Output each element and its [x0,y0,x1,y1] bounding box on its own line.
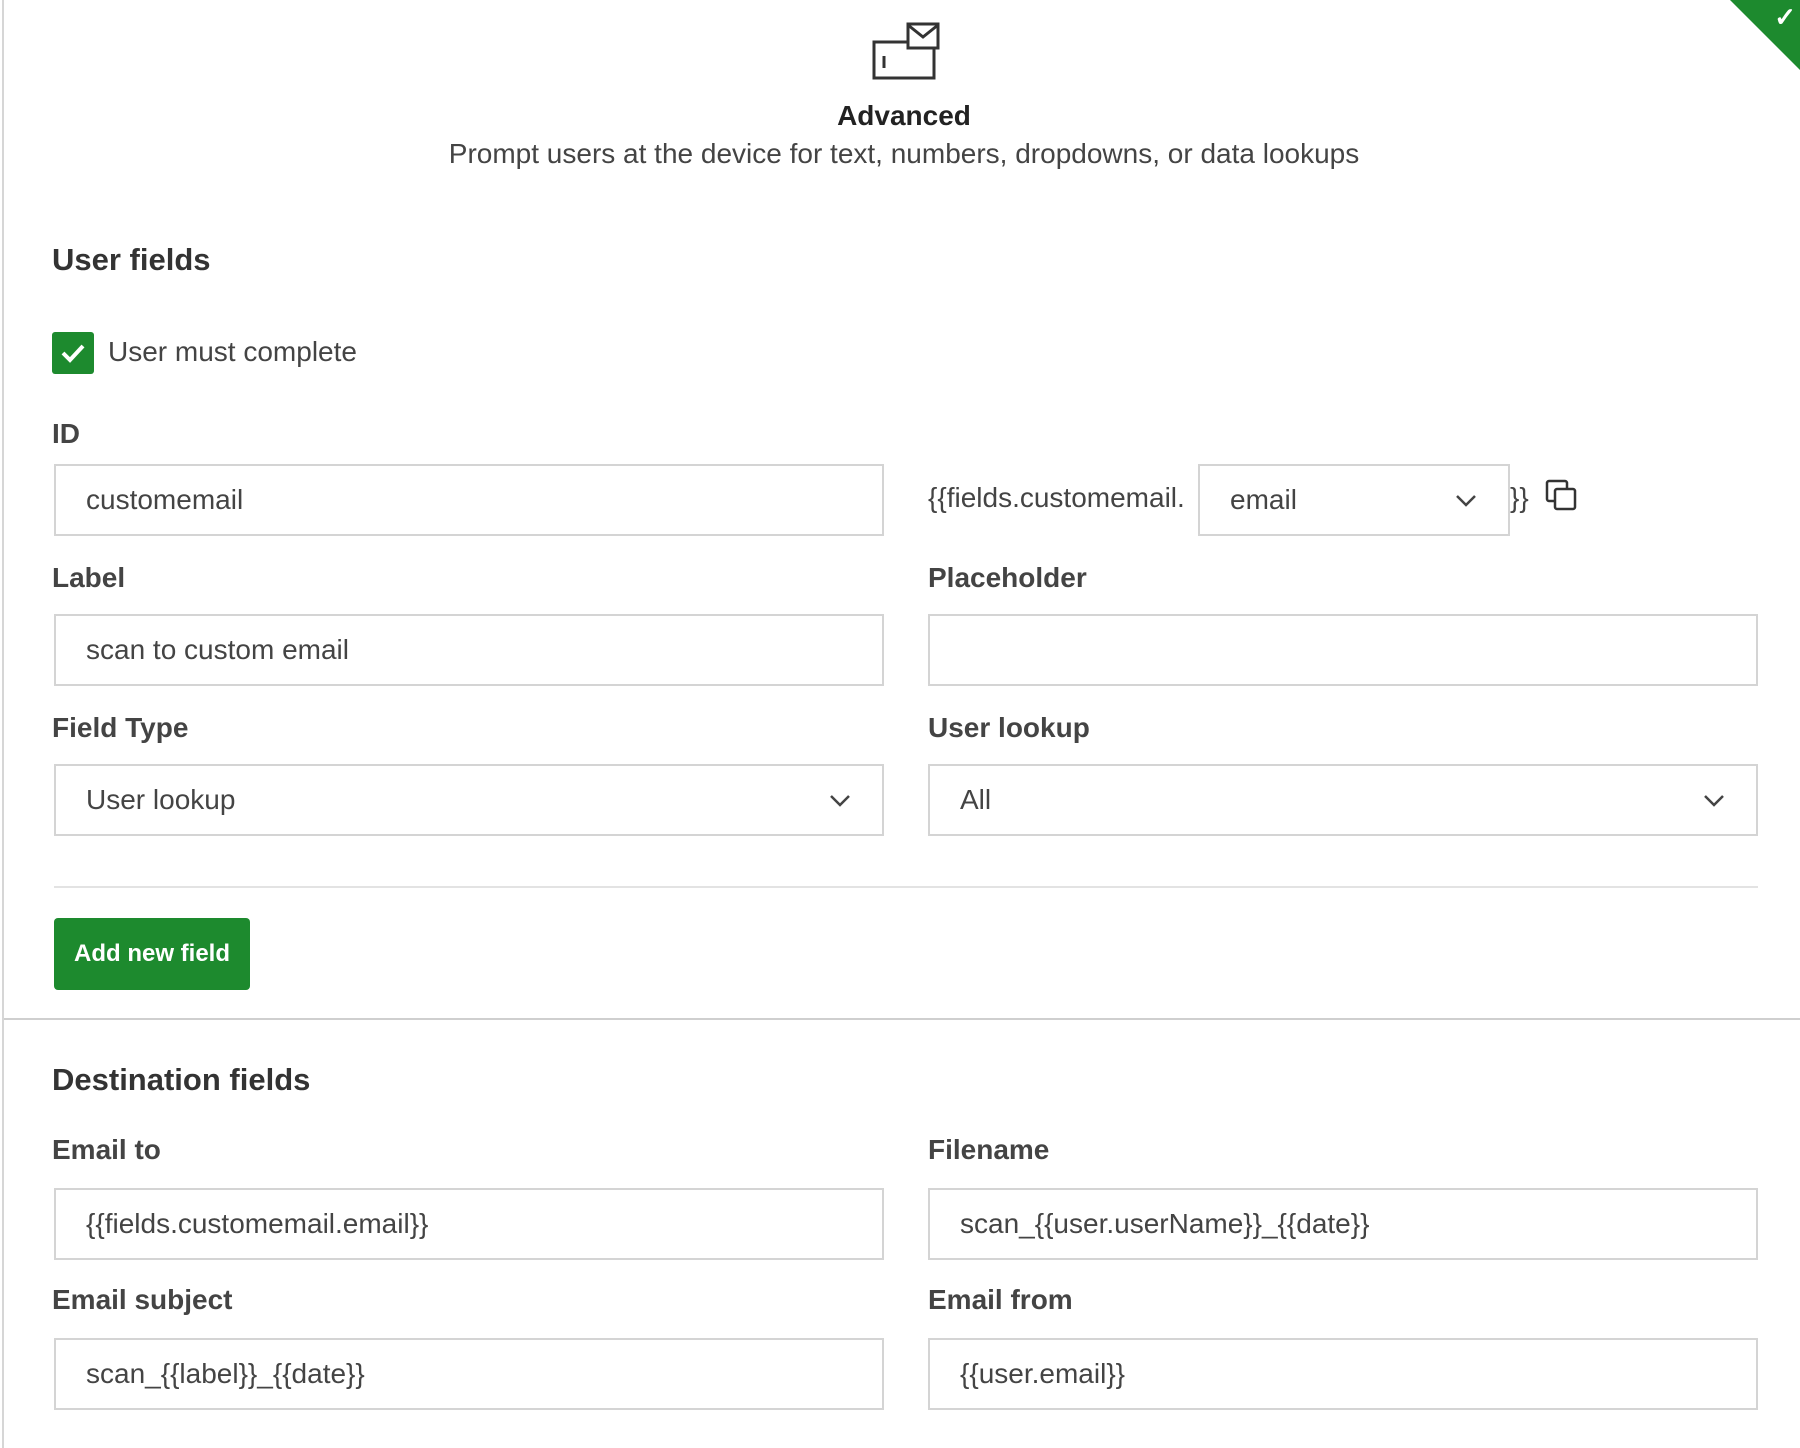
placeholder-label: Placeholder [928,562,1087,593]
token-suffix: }} [1510,482,1529,513]
check-icon: ✓ [1774,2,1796,32]
field-type-value: User lookup [86,784,236,815]
id-value: customemail [86,484,244,515]
advanced-panel: ✓ Advanced Prompt users at the device fo… [2,0,1800,1448]
divider [54,886,1758,888]
token-prefix: {{fields.customemail. [928,482,1185,513]
email-subject-input[interactable]: scan_{{label}}_{{date}} [54,1338,884,1410]
email-to-label: Email to [52,1134,161,1165]
add-new-field-button[interactable]: Add new field [54,918,250,990]
checkmark-icon [61,344,85,363]
user-must-complete-label: User must complete [108,336,357,367]
filename-value: scan_{{user.userName}}_{{date}} [960,1208,1370,1239]
page-title: Advanced [837,100,971,131]
section-divider [4,1018,1800,1020]
chevron-down-icon [830,795,850,807]
email-subject-label: Email subject [52,1284,233,1315]
filename-input[interactable]: scan_{{user.userName}}_{{date}} [928,1188,1758,1260]
destination-fields-heading: Destination fields [52,1062,311,1097]
user-must-complete-checkbox[interactable] [52,332,94,374]
page-description: Prompt users at the device for text, num… [448,138,1360,169]
email-from-label: Email from [928,1284,1073,1315]
token-property-value: email [1230,484,1297,515]
placeholder-input[interactable] [928,614,1758,686]
user-lookup-select[interactable]: All [928,764,1758,836]
label-value: scan to custom email [86,634,349,665]
label-input[interactable]: scan to custom email [54,614,884,686]
email-subject-value: scan_{{label}}_{{date}} [86,1358,365,1389]
user-lookup-value: All [960,784,992,815]
token-property-select[interactable]: email [1198,464,1510,536]
email-to-input[interactable]: {{fields.customemail.email}} [54,1188,884,1260]
chevron-down-icon [1456,495,1476,507]
email-from-value: {{user.email}} [960,1358,1126,1389]
id-label: ID [52,418,80,449]
user-lookup-label: User lookup [928,712,1090,743]
email-to-value: {{fields.customemail.email}} [86,1208,429,1239]
chevron-down-icon [1704,795,1724,807]
label-field-label: Label [52,562,126,593]
device-prompt-icon [872,22,940,80]
filename-label: Filename [928,1134,1050,1165]
field-type-select[interactable]: User lookup [54,764,884,836]
field-type-label: Field Type [52,712,189,743]
id-input[interactable]: customemail [54,464,884,536]
copy-icon[interactable] [1544,478,1578,512]
email-from-input[interactable]: {{user.email}} [928,1338,1758,1410]
user-fields-heading: User fields [52,242,211,277]
